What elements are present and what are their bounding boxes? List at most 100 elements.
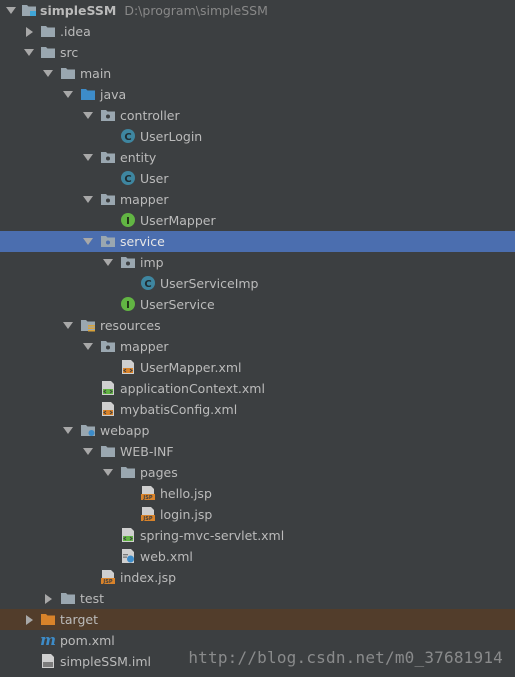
tree-label: UserLogin — [140, 129, 203, 144]
tree-label: controller — [120, 108, 180, 123]
tree-row-userlogin[interactable]: C UserLogin — [0, 126, 515, 147]
collapse-arrow-icon[interactable] — [22, 609, 36, 630]
tree-row-project-root[interactable]: simpleSSM D:\program\simpleSSM — [0, 0, 515, 21]
expand-arrow-icon[interactable] — [61, 84, 75, 105]
folder-icon — [60, 65, 76, 81]
tree-row-applicationcontext[interactable]: applicationContext.xml — [0, 378, 515, 399]
resources-folder-icon — [80, 317, 96, 333]
collapse-arrow-icon[interactable] — [41, 588, 55, 609]
java-interface-icon: I — [120, 212, 136, 228]
tree-row-userserviceimp[interactable]: C UserServiceImp — [0, 273, 515, 294]
tree-row-pages[interactable]: pages — [0, 462, 515, 483]
excluded-folder-icon — [40, 611, 56, 627]
tree-row-target[interactable]: target — [0, 609, 515, 630]
web-xml-icon — [120, 548, 136, 564]
tree-label: UserMapper — [140, 213, 216, 228]
expand-arrow-icon[interactable] — [61, 315, 75, 336]
tree-label: mapper — [120, 339, 169, 354]
tree-row-controller[interactable]: controller — [0, 105, 515, 126]
folder-icon — [100, 443, 116, 459]
project-name: simpleSSM D:\program\simpleSSM — [40, 3, 268, 18]
tree-row-resources[interactable]: resources — [0, 315, 515, 336]
tree-row-login-jsp[interactable]: JSP login.jsp — [0, 504, 515, 525]
tree-row-test[interactable]: test — [0, 588, 515, 609]
project-path: D:\program\simpleSSM — [124, 3, 268, 18]
expand-arrow-icon[interactable] — [101, 252, 115, 273]
expand-arrow-icon[interactable] — [101, 462, 115, 483]
java-class-icon: C — [140, 275, 156, 291]
tree-label: login.jsp — [160, 507, 213, 522]
jsp-letters: JSP — [142, 516, 152, 522]
java-interface-icon: I — [120, 296, 136, 312]
tree-row-idea[interactable]: .idea — [0, 21, 515, 42]
tree-row-webinf[interactable]: WEB-INF — [0, 441, 515, 462]
class-letter: C — [124, 132, 131, 143]
expand-arrow-icon[interactable] — [81, 441, 95, 462]
tree-label: java — [100, 87, 127, 102]
tree-label: simpleSSM.iml — [60, 654, 152, 669]
expand-arrow-icon[interactable] — [81, 147, 95, 168]
tree-label: UserMapper.xml — [140, 360, 242, 375]
tree-label: imp — [140, 255, 164, 270]
tree-label: applicationContext.xml — [120, 381, 265, 396]
tree-label: web.xml — [140, 549, 193, 564]
tree-row-spring-mvc-servlet[interactable]: spring-mvc-servlet.xml — [0, 525, 515, 546]
tree-label: entity — [120, 150, 157, 165]
tree-label: UserService — [140, 297, 215, 312]
tree-label: src — [60, 45, 79, 60]
package-icon — [100, 338, 116, 354]
tree-row-webapp[interactable]: webapp — [0, 420, 515, 441]
tree-row-usermapper-xml[interactable]: UserMapper.xml — [0, 357, 515, 378]
package-icon — [120, 254, 136, 270]
tree-label: UserServiceImp — [160, 276, 259, 291]
java-class-icon: C — [120, 170, 136, 186]
package-icon — [100, 233, 116, 249]
tree-row-mybatisconfig[interactable]: mybatisConfig.xml — [0, 399, 515, 420]
java-class-icon: C — [120, 128, 136, 144]
expand-arrow-icon[interactable] — [81, 231, 95, 252]
folder-icon — [40, 44, 56, 60]
expand-arrow-icon[interactable] — [41, 63, 55, 84]
jsp-letters: JSP — [102, 579, 112, 585]
tree-row-entity[interactable]: entity — [0, 147, 515, 168]
tree-row-src[interactable]: src — [0, 42, 515, 63]
jsp-letters: JSP — [142, 495, 152, 501]
tree-row-web-xml[interactable]: web.xml — [0, 546, 515, 567]
tree-label: resources — [100, 318, 161, 333]
tree-row-mapper[interactable]: mapper — [0, 189, 515, 210]
tree-label: service — [120, 234, 165, 249]
tree-row-imp[interactable]: imp — [0, 252, 515, 273]
expand-arrow-icon[interactable] — [81, 105, 95, 126]
tree-label: index.jsp — [120, 570, 177, 585]
package-icon — [100, 149, 116, 165]
tree-label: .idea — [60, 24, 91, 39]
package-icon — [100, 107, 116, 123]
tree-row-hello-jsp[interactable]: JSP hello.jsp — [0, 483, 515, 504]
tree-row-userservice[interactable]: I UserService — [0, 294, 515, 315]
tree-row-java[interactable]: java — [0, 84, 515, 105]
expand-arrow-icon[interactable] — [22, 42, 36, 63]
package-icon — [100, 191, 116, 207]
collapse-arrow-icon[interactable] — [22, 21, 36, 42]
iml-file-icon — [40, 653, 56, 669]
tree-row-main[interactable]: main — [0, 63, 515, 84]
tree-label: target — [60, 612, 99, 627]
xml-file-icon — [120, 359, 136, 375]
tree-row-usermapper[interactable]: I UserMapper — [0, 210, 515, 231]
expand-arrow-icon[interactable] — [4, 0, 18, 21]
tree-label: mapper — [120, 192, 169, 207]
tree-label: pom.xml — [60, 633, 115, 648]
expand-arrow-icon[interactable] — [81, 189, 95, 210]
spring-xml-icon — [100, 380, 116, 396]
tree-row-user[interactable]: C User — [0, 168, 515, 189]
tree-row-index-jsp[interactable]: JSP index.jsp — [0, 567, 515, 588]
tree-row-resources-mapper[interactable]: mapper — [0, 336, 515, 357]
xml-file-icon — [100, 401, 116, 417]
expand-arrow-icon[interactable] — [81, 336, 95, 357]
tree-row-service[interactable]: service — [0, 231, 515, 252]
tree-label: spring-mvc-servlet.xml — [140, 528, 285, 543]
expand-arrow-icon[interactable] — [61, 420, 75, 441]
source-folder-icon — [80, 86, 96, 102]
tree-label: WEB-INF — [120, 444, 174, 459]
jsp-file-icon: JSP — [140, 506, 156, 522]
